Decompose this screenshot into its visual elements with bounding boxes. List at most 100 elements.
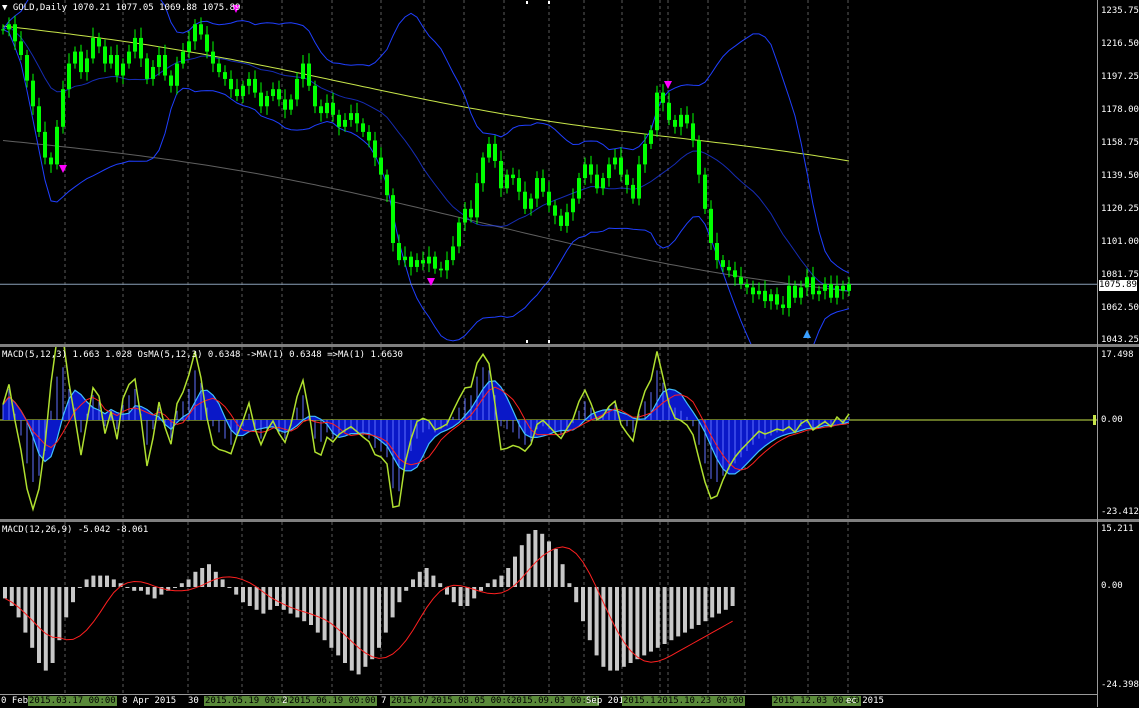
candle-body [61,89,65,127]
macd-histogram-bar [655,587,660,648]
candle-body [763,290,767,302]
macd-histogram-bar [23,587,28,633]
candle-body [481,157,485,184]
candle-body [649,130,653,144]
macd-histogram-bar [506,568,511,587]
time-label: 7 [381,696,387,706]
macd-histogram-bar [30,587,35,648]
macd-histogram-bar [139,587,143,591]
candle-body [595,174,599,189]
candle-body [37,106,41,132]
price-tick: 1101.00 [1101,237,1139,247]
price-tick: 1197.25 [1101,72,1139,82]
candle-body [847,284,851,291]
candle-body [559,215,563,226]
scroll-marker [548,1,550,4]
macd-histogram-bar [84,579,89,587]
candle-body [703,174,707,209]
candle-body [319,106,323,114]
macd-chart[interactable] [0,522,1097,694]
macd-histogram-bar [465,587,470,606]
candle-body [463,208,467,223]
time-label: 8 Apr 2015 [122,696,177,706]
candle-body [655,92,659,131]
macd-histogram-bar [315,587,320,633]
candle-body [781,304,785,308]
candle-body [505,174,509,189]
macd-histogram-bar [404,587,409,591]
macd-histogram-bar [479,587,483,591]
macd-histogram-bar [710,587,715,618]
candle-body [223,72,227,79]
macd-histogram-bar [57,587,62,641]
osma-chart[interactable] [0,347,1097,519]
macd-histogram-bar [309,587,313,625]
macd-histogram-bar [3,587,7,599]
ma-line [2,140,850,292]
bollinger-lower [2,28,850,344]
arrow-down-icon [664,81,672,89]
candle-body [835,285,839,298]
macd-pane[interactable]: MACD(12,26,9) -5.042 -8.061 [0,522,1097,694]
candle-body [121,63,125,76]
bollinger-mid [2,26,850,292]
candle-body [337,114,341,127]
candle-body [367,131,371,141]
macd-histogram-bar [173,587,177,588]
price-tick: 1062.50 [1101,303,1139,313]
candle-body [295,78,299,100]
dropdown-arrow-icon[interactable]: ▼ [2,3,7,13]
osma-area [3,380,849,474]
macd-histogram-bar [642,587,647,656]
price-tick: 1235.75 [1101,6,1139,16]
candle-body [349,113,353,120]
macd-histogram-bar [234,587,239,595]
macd-histogram-bar [186,579,191,587]
macd-histogram-bar [125,587,130,588]
macd-histogram-bar [370,587,375,660]
macd-histogram-bar [179,583,184,587]
candle-body [397,243,401,261]
macd-histogram-bar [329,587,334,648]
macd-pane-label: MACD(12,26,9) -5.042 -8.061 [2,525,149,535]
candle-body [43,131,47,158]
candle-body [277,89,281,100]
macd-histogram-bar [567,583,572,587]
candle-body [307,63,311,86]
price-chart[interactable] [0,0,1097,344]
candle-body [175,63,179,86]
candle-body [607,164,611,179]
candle-body [577,178,581,199]
time-label: 2 [282,696,288,706]
candle-body [499,160,503,189]
time-label-highlight: 2015.06.19 00:00 [288,696,377,706]
candle-body [841,285,845,291]
macd-histogram-bar [547,541,551,587]
macd-histogram-bar [377,587,381,648]
macd-histogram-bar [574,587,579,603]
macd-histogram-bar [676,587,681,637]
candle-body [385,174,389,196]
candle-body [91,37,95,59]
candle-body [103,46,107,64]
macd-histogram-bar [363,587,368,667]
macd-histogram-bar [302,587,307,622]
macd-histogram-bar [587,587,592,641]
candle-body [55,126,59,165]
time-label-highlight: 2015.05.19 00:00 [204,696,293,706]
candle-body [787,285,791,308]
candle-body [829,284,833,298]
macd-histogram-bar [635,587,640,660]
macd-tick: -24.398 [1101,680,1139,690]
macd-histogram-bar [145,587,150,595]
candle-body [73,51,77,64]
candle-body [313,85,317,107]
candle-body [631,184,635,199]
osma-pane[interactable]: MACD(5,12,3) 1.663 1.028 OsMA(5,12,3) 0.… [0,347,1097,519]
macd-tick: 15.211 [1101,524,1134,534]
price-tick: 1216.50 [1101,39,1139,49]
osma-tick: -23.412 [1101,507,1139,517]
time-axis[interactable]: 0 Feb 2015.03.17 00:00 8 Apr 2015 30 201… [0,694,1097,708]
candle-body [439,268,443,271]
price-pane[interactable]: ▼ GOLD,Daily 1070.21 1077.05 1069.88 107… [0,0,1097,344]
